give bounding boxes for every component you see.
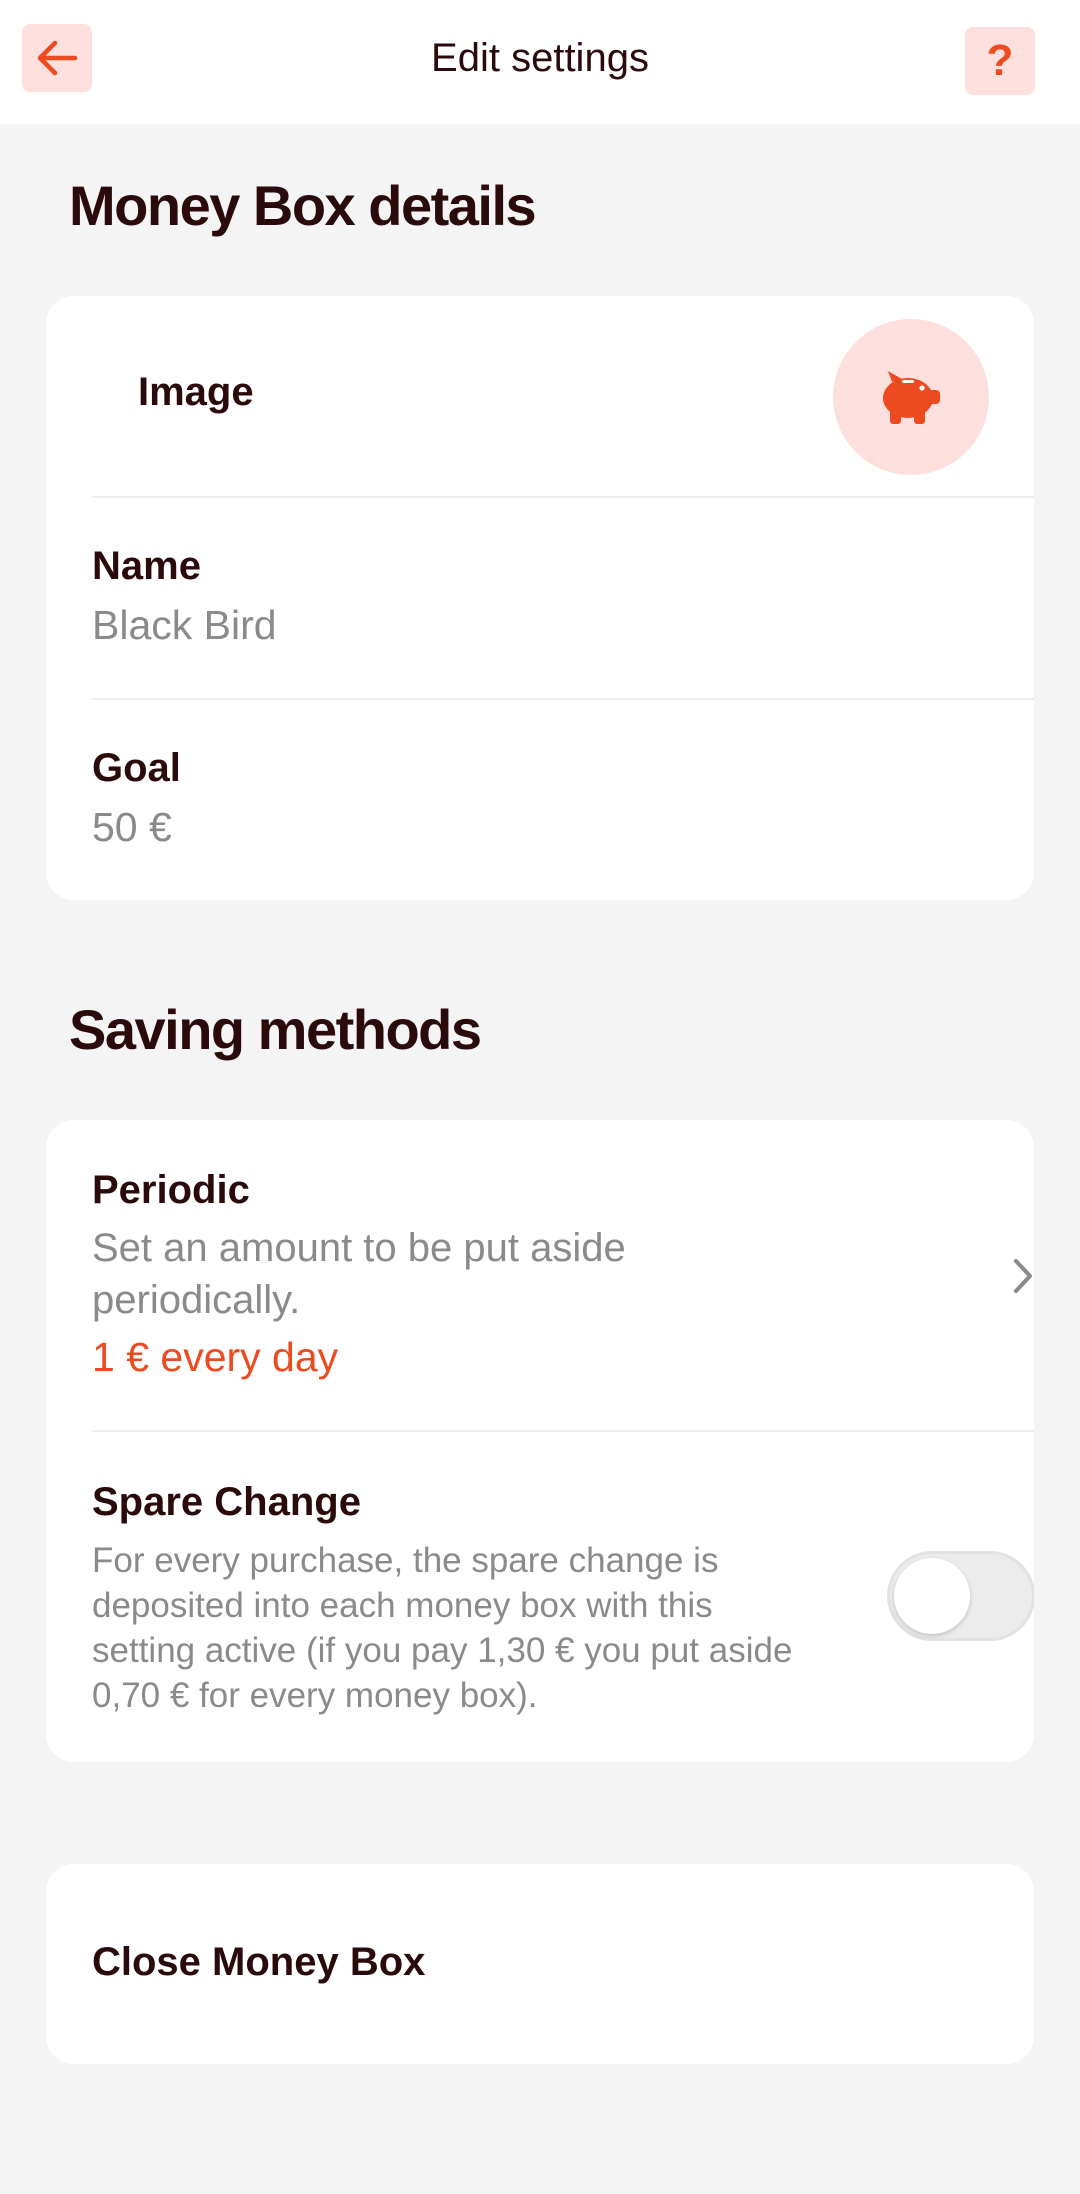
chevron-right-icon xyxy=(1014,1259,1032,1293)
periodic-description: Set an amount to be put aside periodical… xyxy=(92,1226,626,1322)
piggy-bank-icon xyxy=(883,371,940,424)
spare-change-label: Spare Change xyxy=(92,1480,361,1524)
close-money-box-button[interactable]: Close Money Box xyxy=(92,1864,1034,2064)
close-card: Close Money Box xyxy=(46,1864,1034,2064)
name-label: Name xyxy=(92,544,201,588)
spare-change-description: For every purchase, the spare change is … xyxy=(92,1541,793,1715)
name-value: Black Bird xyxy=(92,602,277,648)
saving-section-title: Saving methods xyxy=(69,998,482,1061)
help-icon: ? xyxy=(986,36,1014,85)
goal-label: Goal xyxy=(92,746,181,790)
saving-card: Periodic Set an amount to be put aside p… xyxy=(46,1120,1034,1762)
details-card: Image Name Black Bird Goal 50 € xyxy=(46,296,1034,900)
periodic-label: Periodic xyxy=(92,1168,250,1212)
help-button[interactable]: ? xyxy=(965,27,1035,95)
toggle-knob xyxy=(894,1558,970,1634)
money-box-avatar[interactable] xyxy=(833,319,989,475)
name-row[interactable]: Name Black Bird xyxy=(92,496,1034,700)
image-label: Image xyxy=(138,370,254,414)
close-money-box-label: Close Money Box xyxy=(92,1940,426,1984)
periodic-row[interactable]: Periodic Set an amount to be put aside p… xyxy=(92,1120,1034,1432)
spare-change-row: Spare Change For every purchase, the spa… xyxy=(92,1430,1034,1762)
goal-value: 50 € xyxy=(92,804,172,850)
goal-row[interactable]: Goal 50 € xyxy=(92,698,1034,900)
page-title: Edit settings xyxy=(431,36,649,80)
spare-change-toggle[interactable] xyxy=(887,1551,1034,1641)
top-bar: Edit settings ? xyxy=(0,0,1080,124)
details-section-title: Money Box details xyxy=(69,174,537,237)
periodic-value: 1 € every day xyxy=(92,1334,339,1380)
